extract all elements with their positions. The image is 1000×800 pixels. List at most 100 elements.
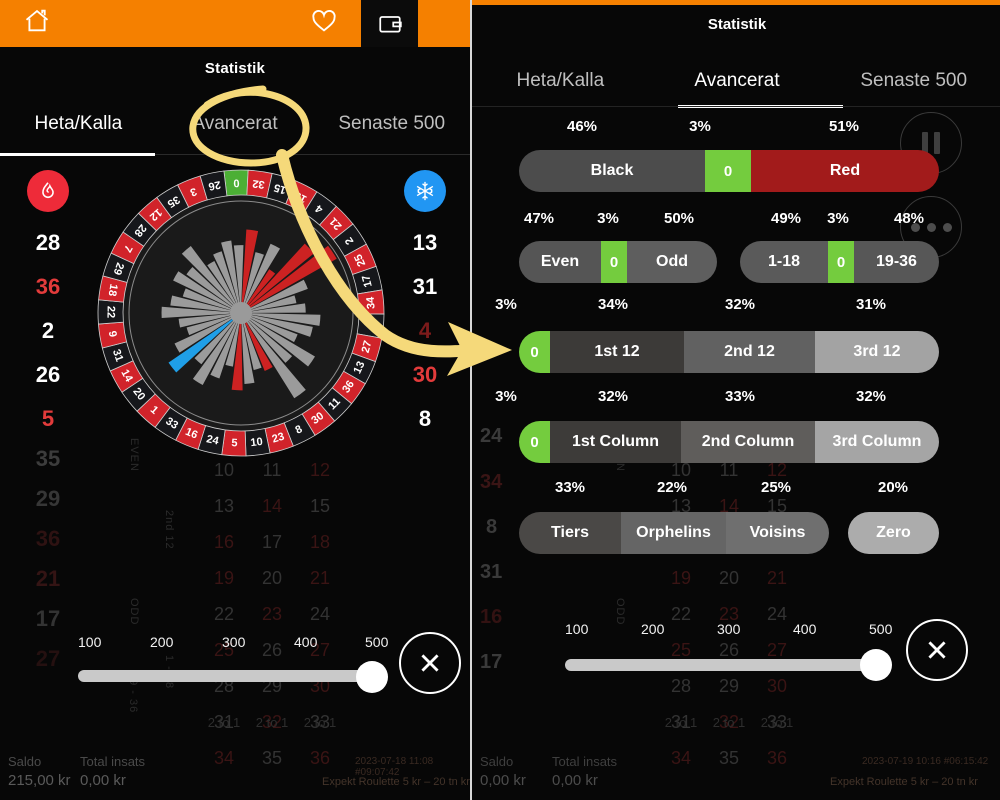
sectors-bar-row: Tiers Orphelins Voisins (519, 512, 829, 554)
segment-even[interactable]: Even (519, 241, 601, 283)
segment-red[interactable]: Red (751, 150, 939, 192)
faded-number: 17 (35, 606, 61, 631)
heart-icon[interactable] (309, 7, 339, 40)
flame-icon (27, 170, 69, 212)
bg-cell: 28 (670, 675, 692, 696)
bg-cell: 29 (718, 675, 740, 696)
rp-bg-bet-grid: 10 11 12 13 14 15 16 17 18 19 20 21 22 2… (657, 452, 801, 776)
right-orange-strip (472, 0, 1000, 5)
left-stake-value: 0,00 kr (80, 772, 126, 789)
pct-black: 46% (566, 118, 598, 135)
pct-zero-color: 3% (689, 118, 711, 135)
segment-voisins[interactable]: Voisins (726, 512, 829, 554)
right-balance-label: Saldo (480, 754, 514, 769)
right-slider-track[interactable] (565, 659, 886, 671)
pct-odd: 50% (663, 210, 695, 227)
right-close-button[interactable] (906, 619, 968, 681)
right-slider-tick: 500 (869, 621, 893, 637)
right-tab-rule (472, 106, 1000, 107)
bg-cell: 13 (213, 495, 235, 516)
left-tab-avancerat[interactable]: Avancerat (157, 113, 314, 135)
bg-label-odd: ODD (128, 598, 140, 626)
right-tab-senaste-500[interactable]: Senaste 500 (825, 70, 1000, 92)
left-tab-senaste-500[interactable]: Senaste 500 (313, 113, 470, 135)
right-tabs: Heta/Kalla Avancerat Senaste 500 (472, 70, 1000, 92)
segment-odd[interactable]: Odd (627, 241, 717, 283)
cold-number: 30 (412, 362, 438, 387)
right-tab-avancerat[interactable]: Avancerat (649, 70, 826, 92)
left-slider-tick: 300 (222, 634, 246, 650)
bg-cell: 21 (309, 567, 331, 588)
segment-zero[interactable]: 0 (601, 241, 627, 283)
pct-zero-evenodd: 3% (597, 210, 619, 227)
faded-number: 21 (35, 566, 61, 591)
right-panel: Statistik Heta/Kalla Avancerat Senaste 5… (470, 0, 1000, 800)
hot-number: 28 (35, 230, 61, 255)
hot-numbers-column: 28 36 2 26 5 35 29 36 21 17 27 (8, 170, 88, 672)
segment-zero[interactable]: 0 (705, 150, 751, 192)
bg-faded-number: 24 (480, 425, 503, 447)
bg-cell: 34 (670, 747, 692, 768)
bg-odds: 2 to 1 (664, 715, 698, 730)
segment-zero[interactable]: 0 (828, 241, 854, 283)
left-slider-tick: 200 (150, 634, 174, 650)
right-balance-value: 0,00 kr (480, 772, 526, 789)
segment-tiers[interactable]: Tiers (519, 512, 621, 554)
pct-1st-column: 32% (597, 388, 629, 405)
left-slider-track[interactable] (78, 670, 382, 682)
svg-text:22: 22 (104, 306, 116, 318)
segment-zero[interactable]: 0 (519, 421, 550, 463)
right-tab-heta-kalla[interactable]: Heta/Kalla (472, 70, 649, 92)
segment-1-18[interactable]: 1-18 (740, 241, 828, 283)
svg-text:0: 0 (233, 176, 240, 188)
right-stake-value: 0,00 kr (552, 772, 598, 789)
left-slider-knob[interactable] (356, 661, 388, 693)
bg-cell: 22 (213, 603, 235, 624)
segment-3rd-12[interactable]: 3rd 12 (815, 331, 939, 373)
segment-3rd-column[interactable]: 3rd Column (815, 421, 939, 463)
segment-1st-12[interactable]: 1st 12 (550, 331, 684, 373)
left-stake-label: Total insats (80, 754, 146, 769)
pct-red: 51% (828, 118, 860, 135)
svg-text:18: 18 (106, 283, 120, 297)
right-stake-label: Total insats (552, 754, 618, 769)
faded-number: 36 (35, 526, 61, 551)
bg-cell: 35 (261, 747, 283, 768)
left-slider-tick: 500 (365, 634, 389, 650)
cold-number: 13 (412, 230, 438, 255)
home-icon[interactable] (22, 7, 52, 40)
left-tabs: Heta/Kalla Avancerat Senaste 500 (0, 113, 470, 153)
bg-cell: 35 (718, 747, 740, 768)
bg-cell: 33 (766, 711, 788, 732)
segment-1st-column[interactable]: 1st Column (550, 421, 681, 463)
pct-1st-12: 34% (597, 296, 629, 313)
faded-number: 27 (35, 646, 61, 671)
pct-zero-dozens: 3% (495, 296, 517, 313)
segment-zero-sector[interactable]: Zero (848, 512, 939, 554)
hot-number: 2 (41, 318, 55, 343)
columns-bar-row: 0 1st Column 2nd Column 3rd Column (519, 421, 939, 463)
segment-zero[interactable]: 0 (519, 331, 550, 373)
pct-zero-sector: 20% (877, 479, 909, 496)
bg-cell: 31 (670, 711, 692, 732)
bg-cell: 34 (213, 747, 235, 768)
left-tab-heta-kalla[interactable]: Heta/Kalla (0, 113, 157, 135)
pct-voisins: 25% (760, 479, 792, 496)
bg-cell: 20 (718, 567, 740, 588)
right-slider-knob[interactable] (860, 649, 892, 681)
left-close-button[interactable] (399, 632, 461, 694)
svg-text:10: 10 (250, 436, 264, 449)
right-slider-tick: 100 (565, 621, 589, 637)
hot-number: 26 (35, 362, 61, 387)
bg-odds: 2 to 1 (255, 715, 289, 730)
segment-orphelins[interactable]: Orphelins (621, 512, 726, 554)
segment-black[interactable]: Black (519, 150, 705, 192)
wallet-icon[interactable] (361, 0, 418, 47)
svg-text:32: 32 (252, 177, 266, 191)
bg-cell: 14 (261, 495, 283, 516)
segment-2nd-column[interactable]: 2nd Column (681, 421, 815, 463)
segment-2nd-12[interactable]: 2nd 12 (684, 331, 815, 373)
segment-19-36[interactable]: 19-36 (854, 241, 939, 283)
bg-cell: 31 (213, 711, 235, 732)
bg-faded-number: 17 (480, 651, 503, 673)
